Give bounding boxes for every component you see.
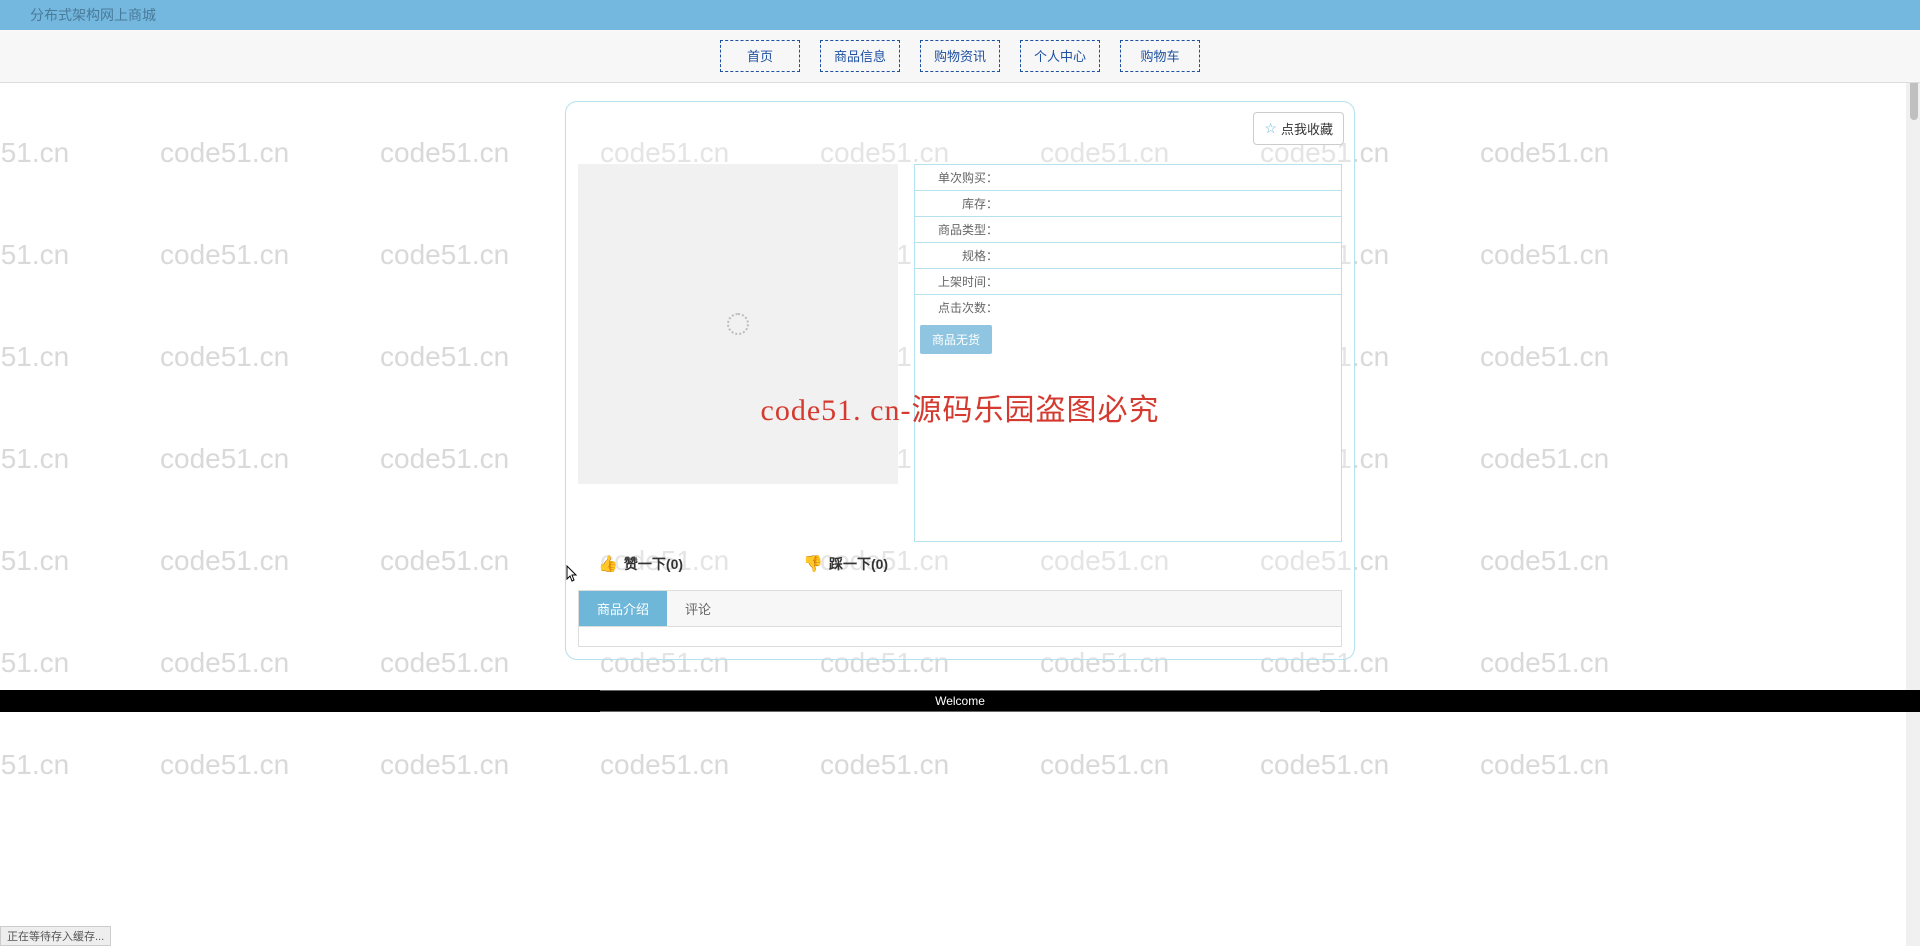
no-stock-button[interactable]: 商品无货	[920, 325, 992, 354]
info-label: 单次购买：	[923, 169, 998, 186]
like-up-label: 赞一下(0)	[624, 554, 683, 574]
info-row-purchase: 单次购买：	[915, 165, 1341, 191]
info-label: 商品类型：	[923, 221, 998, 238]
info-label: 库存：	[923, 195, 998, 212]
nav-item-cart[interactable]: 购物车	[1120, 40, 1200, 72]
loading-spinner-icon	[727, 313, 749, 335]
favorite-button[interactable]: ☆ 点我收藏	[1253, 112, 1344, 145]
thumb-up-icon: 👍	[598, 554, 618, 574]
tab-content	[578, 627, 1342, 647]
tab-comment[interactable]: 评论	[667, 591, 729, 626]
status-bar: 正在等待存入缓存...	[0, 926, 111, 946]
product-wrap: 单次购买： 库存： 商品类型： 规格： 上架时间： 点击次数： 商品无货	[578, 164, 1342, 542]
product-image-placeholder	[578, 164, 898, 484]
info-label: 规格：	[923, 247, 998, 264]
nav-item-news[interactable]: 购物资讯	[920, 40, 1000, 72]
footer-inner: Welcome	[600, 690, 1320, 712]
nav-item-products[interactable]: 商品信息	[820, 40, 900, 72]
like-row: 👍 赞一下(0) 👎 踩一下(0)	[578, 542, 1342, 574]
app-title: 分布式架构网上商城	[30, 7, 156, 23]
like-up-button[interactable]: 👍 赞一下(0)	[598, 554, 683, 574]
info-row-type: 商品类型：	[915, 217, 1341, 243]
info-row-stock: 库存：	[915, 191, 1341, 217]
star-icon: ☆	[1264, 120, 1277, 137]
thumb-down-icon: 👎	[803, 554, 823, 574]
like-down-button[interactable]: 👎 踩一下(0)	[803, 554, 888, 574]
nav-item-profile[interactable]: 个人中心	[1020, 40, 1100, 72]
footer: Welcome	[0, 690, 1920, 712]
scrollbar[interactable]	[1906, 0, 1920, 946]
nav-area: 首页 商品信息 购物资讯 个人中心 购物车	[0, 30, 1920, 83]
product-info-box: 单次购买： 库存： 商品类型： 规格： 上架时间： 点击次数： 商品无货	[914, 164, 1342, 542]
nav-row: 首页 商品信息 购物资讯 个人中心 购物车	[0, 40, 1920, 72]
top-header: 分布式架构网上商城	[0, 0, 1920, 30]
info-row-clicks: 点击次数：	[915, 295, 1341, 320]
info-row-spec: 规格：	[915, 243, 1341, 269]
footer-welcome: Welcome	[935, 694, 985, 708]
info-label: 上架时间：	[923, 273, 998, 290]
nav-item-home[interactable]: 首页	[720, 40, 800, 72]
favorite-label: 点我收藏	[1281, 119, 1333, 138]
like-down-label: 踩一下(0)	[829, 554, 888, 574]
info-row-shelf-time: 上架时间：	[915, 269, 1341, 295]
info-label: 点击次数：	[923, 299, 998, 316]
tabs-row: 商品介绍 评论	[578, 590, 1342, 627]
tab-intro[interactable]: 商品介绍	[579, 591, 667, 626]
main-panel: ☆ 点我收藏 单次购买： 库存： 商品类型： 规格： 上架时间： 点击次数：	[565, 101, 1355, 660]
